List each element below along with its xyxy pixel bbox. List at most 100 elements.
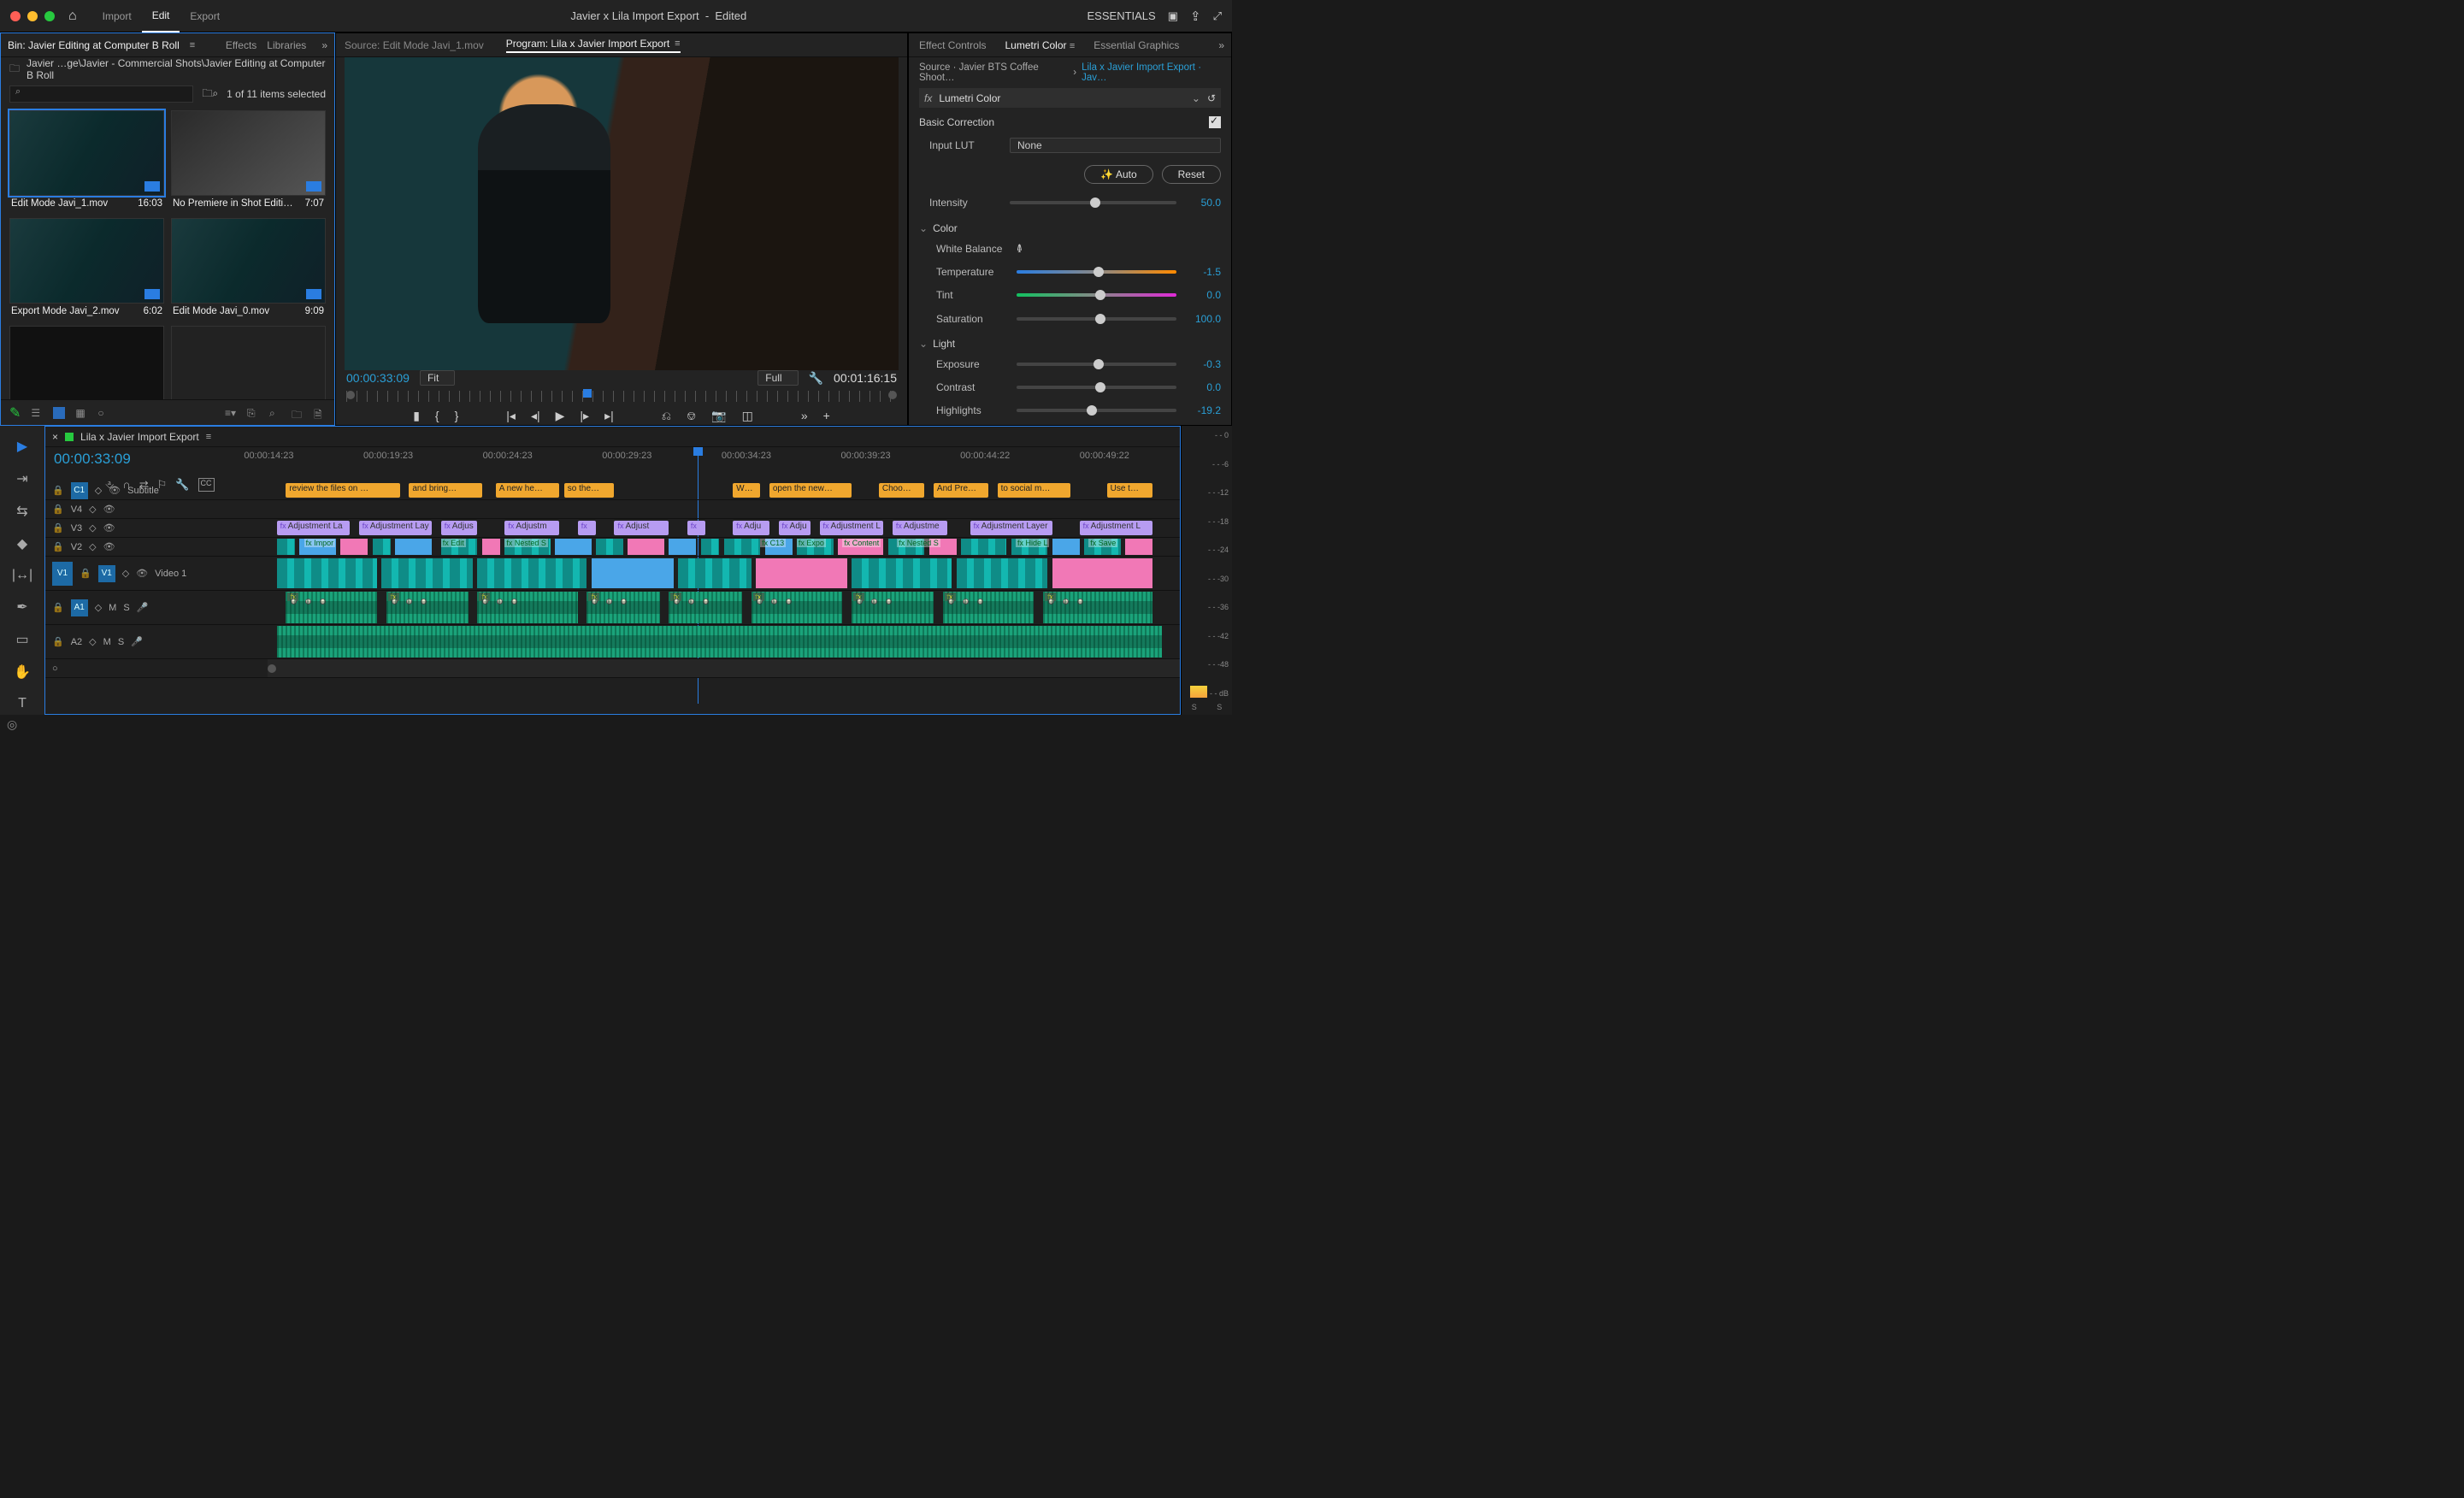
panel-menu-icon[interactable]: ≡: [1070, 41, 1075, 51]
caption-clip[interactable]: W…: [733, 483, 760, 498]
zoom-handle-icon[interactable]: ○: [52, 663, 58, 674]
sequence-name[interactable]: Lila x Javier Import Export: [80, 431, 199, 443]
video-clip[interactable]: [628, 539, 664, 555]
program-monitor-view[interactable]: [345, 57, 899, 370]
minimize-window-icon[interactable]: [27, 11, 38, 21]
lock-icon[interactable]: 🔒: [52, 485, 64, 496]
video-clip[interactable]: [482, 539, 500, 555]
video-clip[interactable]: [1052, 558, 1152, 588]
input-lut-selector[interactable]: None: [1010, 138, 1221, 153]
solo-button[interactable]: S: [123, 603, 129, 613]
button-editor-icon[interactable]: +: [823, 409, 830, 422]
track-label[interactable]: V4: [71, 504, 82, 515]
voice-over-icon[interactable]: 🎤: [131, 636, 143, 647]
pen-icon[interactable]: ✎: [9, 404, 21, 422]
audio-clip[interactable]: fx: [943, 592, 1035, 623]
fit-selector[interactable]: Fit: [420, 370, 455, 386]
linked-selection-icon[interactable]: ⇄: [139, 478, 149, 492]
reset-effect-icon[interactable]: ↺: [1207, 92, 1216, 104]
solo-left[interactable]: S: [1192, 703, 1197, 711]
go-to-in-icon[interactable]: |◂: [506, 409, 516, 423]
time-ruler[interactable]: 00:00:14:2300:00:19:2300:00:24:2300:00:2…: [225, 447, 1180, 481]
clip-item[interactable]: Edit Mode Javi_0.mov9:09: [171, 218, 326, 319]
track-select-tool-icon[interactable]: ⇥: [16, 470, 27, 487]
video-clip[interactable]: [373, 539, 391, 555]
video-clip[interactable]: [961, 539, 1006, 555]
zoom-slider-icon[interactable]: ○: [97, 407, 109, 419]
program-scrubber[interactable]: [346, 391, 897, 402]
video-clip[interactable]: [756, 558, 847, 588]
video-clip[interactable]: [277, 539, 295, 555]
voice-over-icon[interactable]: 🎤: [137, 602, 149, 613]
clip-item[interactable]: [171, 326, 326, 399]
eye-icon[interactable]: 👁: [103, 541, 115, 552]
adjustment-clip[interactable]: fx: [687, 521, 705, 535]
adjustment-clip[interactable]: fxAdjustment Lay: [359, 521, 432, 535]
v1-track[interactable]: [268, 557, 1180, 591]
v4-track[interactable]: [268, 500, 1180, 519]
mode-tab-edit[interactable]: Edit: [142, 0, 180, 32]
mute-button[interactable]: M: [109, 603, 116, 613]
lumetri-sequence[interactable]: Lila x Javier Import Export · Jav…: [1082, 62, 1221, 83]
project-tab-libraries[interactable]: Libraries: [267, 39, 306, 51]
video-clip[interactable]: [596, 539, 623, 555]
video-clip[interactable]: [477, 558, 587, 588]
a2-track[interactable]: [268, 625, 1180, 659]
mode-tab-export[interactable]: Export: [180, 0, 230, 32]
tab-essential-graphics[interactable]: Essential Graphics: [1093, 39, 1179, 51]
eye-icon[interactable]: 👁: [109, 485, 121, 496]
workspace-panel-icon[interactable]: ▣: [1168, 9, 1178, 23]
maximize-window-icon[interactable]: [44, 11, 55, 21]
clip-item[interactable]: Edit Mode Javi_1.mov16:03: [9, 110, 164, 211]
ripple-edit-tool-icon[interactable]: ⇆: [16, 503, 27, 520]
clip-thumbnail[interactable]: [171, 110, 326, 196]
lock-icon[interactable]: 🔒: [52, 541, 64, 552]
find-icon[interactable]: ⌕: [269, 407, 281, 419]
new-bin-icon[interactable]: 🗀: [292, 407, 304, 419]
lock-icon[interactable]: 🔒: [52, 522, 64, 534]
selection-tool-icon[interactable]: ▶: [17, 438, 27, 455]
track-target[interactable]: V1: [98, 565, 115, 582]
saturation-slider[interactable]: [1017, 317, 1176, 321]
clip-thumbnail[interactable]: [9, 218, 164, 304]
auto-button[interactable]: ✨ Auto: [1084, 165, 1152, 184]
tint-slider[interactable]: [1017, 293, 1176, 297]
intensity-value[interactable]: 50.0: [1183, 197, 1221, 209]
solo-right[interactable]: S: [1217, 703, 1222, 711]
comparison-view-icon[interactable]: ◫: [742, 409, 753, 423]
audio-clip[interactable]: fx: [386, 592, 469, 623]
step-forward-icon[interactable]: |▸: [580, 409, 589, 423]
tab-lumetri-color[interactable]: Lumetri Color ≡: [1005, 39, 1075, 51]
adjustment-clip[interactable]: fx: [578, 521, 596, 535]
new-item-icon[interactable]: 🗎: [314, 407, 326, 419]
adjustment-clip[interactable]: fxAdju: [733, 521, 769, 535]
adjustment-clip[interactable]: fxAdjustm: [504, 521, 559, 535]
project-tab-effects[interactable]: Effects: [226, 39, 256, 51]
settings-icon[interactable]: 🔧: [175, 478, 189, 492]
video-clip[interactable]: [957, 558, 1048, 588]
disclosure-icon[interactable]: ⌄: [919, 338, 928, 350]
overflow-icon[interactable]: »: [321, 39, 327, 51]
panel-menu-icon[interactable]: ≡: [206, 432, 211, 442]
slip-tool-icon[interactable]: |↔|: [12, 568, 32, 583]
video-clip[interactable]: [277, 558, 377, 588]
project-tab-bin[interactable]: Bin: Javier Editing at Computer B Roll: [8, 39, 180, 51]
video-clip[interactable]: [1052, 539, 1080, 555]
panel-menu-icon[interactable]: ≡: [675, 38, 680, 49]
video-clip[interactable]: [592, 558, 674, 588]
mode-tab-import[interactable]: Import: [92, 0, 142, 32]
video-clip[interactable]: [701, 539, 719, 555]
clip-item[interactable]: [9, 326, 164, 399]
disclosure-icon[interactable]: ⌄: [919, 222, 928, 234]
automate-icon[interactable]: ⎘: [247, 407, 259, 419]
clip-thumbnail[interactable]: [171, 218, 326, 304]
share-icon[interactable]: ⇪: [1190, 9, 1201, 24]
program-monitor-tab[interactable]: Program: Lila x Javier Import Export ≡: [506, 38, 681, 53]
effect-name[interactable]: Lumetri Color: [939, 92, 1185, 104]
video-clip[interactable]: [395, 539, 432, 555]
track-label[interactable]: V3: [71, 523, 82, 534]
video-clip[interactable]: [669, 539, 696, 555]
track-patch-icon[interactable]: ◇: [89, 541, 96, 552]
v3-track[interactable]: fxAdjustment LafxAdjustment LayfxAdjusfx…: [268, 519, 1180, 538]
clip-item[interactable]: Export Mode Javi_2.mov6:02: [9, 218, 164, 319]
